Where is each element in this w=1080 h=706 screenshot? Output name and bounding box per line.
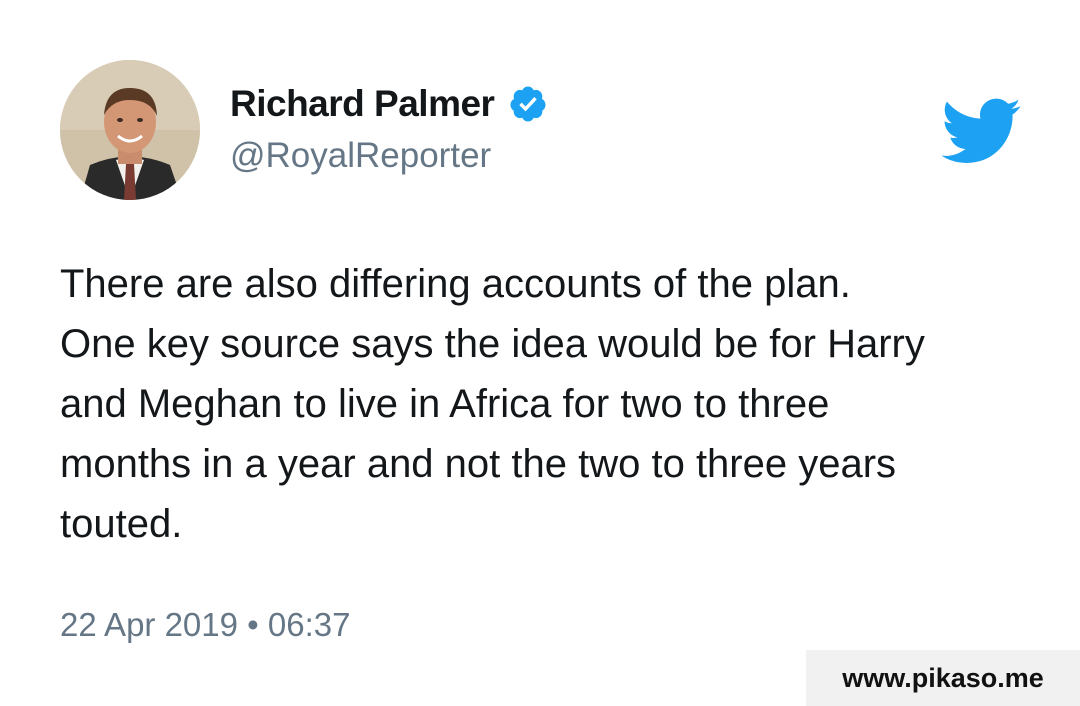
tweet-text: There are also differing accounts of the…	[60, 254, 1040, 554]
author-display-name[interactable]: Richard Palmer	[230, 83, 495, 125]
tweet-text-line: and Meghan to live in Africa for two to …	[60, 382, 830, 426]
tweet-text-line: There are also differing accounts of the…	[60, 262, 851, 306]
tweet-text-line: months in a year and not the two to thre…	[60, 442, 897, 486]
watermark-text: www.pikaso.me	[842, 662, 1044, 693]
watermark: www.pikaso.me	[806, 650, 1080, 706]
avatar[interactable]	[60, 60, 200, 200]
tweet-text-line: One key source says the idea would be fo…	[60, 322, 925, 366]
profile-photo	[60, 60, 200, 200]
author-name-row: Richard Palmer	[230, 80, 548, 128]
twitter-bird-icon	[938, 96, 1022, 164]
tweet-timestamp[interactable]: 22 Apr 2019 • 06:37	[60, 606, 350, 644]
tweet-text-line: touted.	[60, 502, 183, 546]
verified-badge-icon	[508, 84, 548, 124]
author-handle[interactable]: @RoyalReporter	[230, 136, 491, 176]
